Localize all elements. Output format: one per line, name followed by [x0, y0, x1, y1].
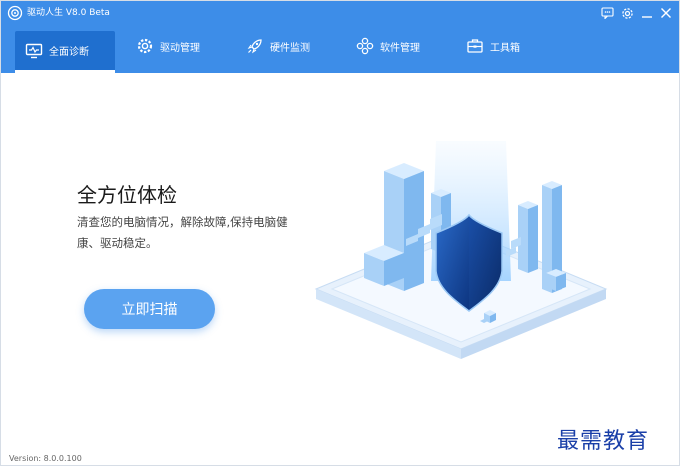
settings-icon[interactable] [618, 4, 636, 22]
app-window: 驱动人生 V8.0 Beta 全面诊断 驱动管理 硬件监测 软件管理 工具箱 全… [0, 0, 680, 466]
gear-icon [137, 38, 153, 54]
apps-icon [356, 37, 374, 55]
tab-diagnosis[interactable]: 全面诊断 [15, 31, 115, 70]
version-label: Version: 8.0.0.100 [9, 454, 82, 463]
active-tab-indicator [15, 70, 115, 73]
close-icon[interactable] [657, 4, 675, 22]
toolbox-icon [467, 39, 483, 53]
minimize-icon[interactable] [638, 4, 656, 22]
tab-hardware-monitor[interactable]: 硬件监测 [236, 31, 336, 61]
tab-hardware-monitor-label: 硬件监测 [270, 42, 310, 54]
watermark-text: 最需教育 [557, 429, 650, 454]
page-title: 全方位体检 [77, 183, 177, 207]
title-bar: 驱动人生 V8.0 Beta [1, 1, 679, 25]
main-nav: 全面诊断 驱动管理 硬件监测 软件管理 工具箱 [1, 25, 679, 73]
tab-toolbox-label: 工具箱 [490, 42, 520, 54]
monitor-icon [25, 43, 43, 58]
app-title: 驱动人生 V8.0 Beta [27, 8, 110, 18]
app-logo-icon [7, 5, 23, 21]
tab-driver-management[interactable]: 驱动管理 [126, 31, 226, 61]
tab-software-management[interactable]: 软件管理 [346, 31, 446, 61]
tab-toolbox[interactable]: 工具箱 [456, 31, 556, 61]
tab-driver-management-label: 驱动管理 [160, 42, 200, 54]
rocket-icon [247, 39, 262, 54]
page-description: 清查您的电脑情况，解除故障,保持电脑健康、驱动稳定。 [77, 215, 288, 250]
tab-diagnosis-label: 全面诊断 [49, 47, 89, 58]
feedback-icon[interactable] [598, 4, 616, 22]
tab-software-management-label: 软件管理 [380, 42, 420, 54]
scan-now-button[interactable]: 立即扫描 [84, 289, 215, 329]
system-check-illustration [314, 141, 608, 359]
